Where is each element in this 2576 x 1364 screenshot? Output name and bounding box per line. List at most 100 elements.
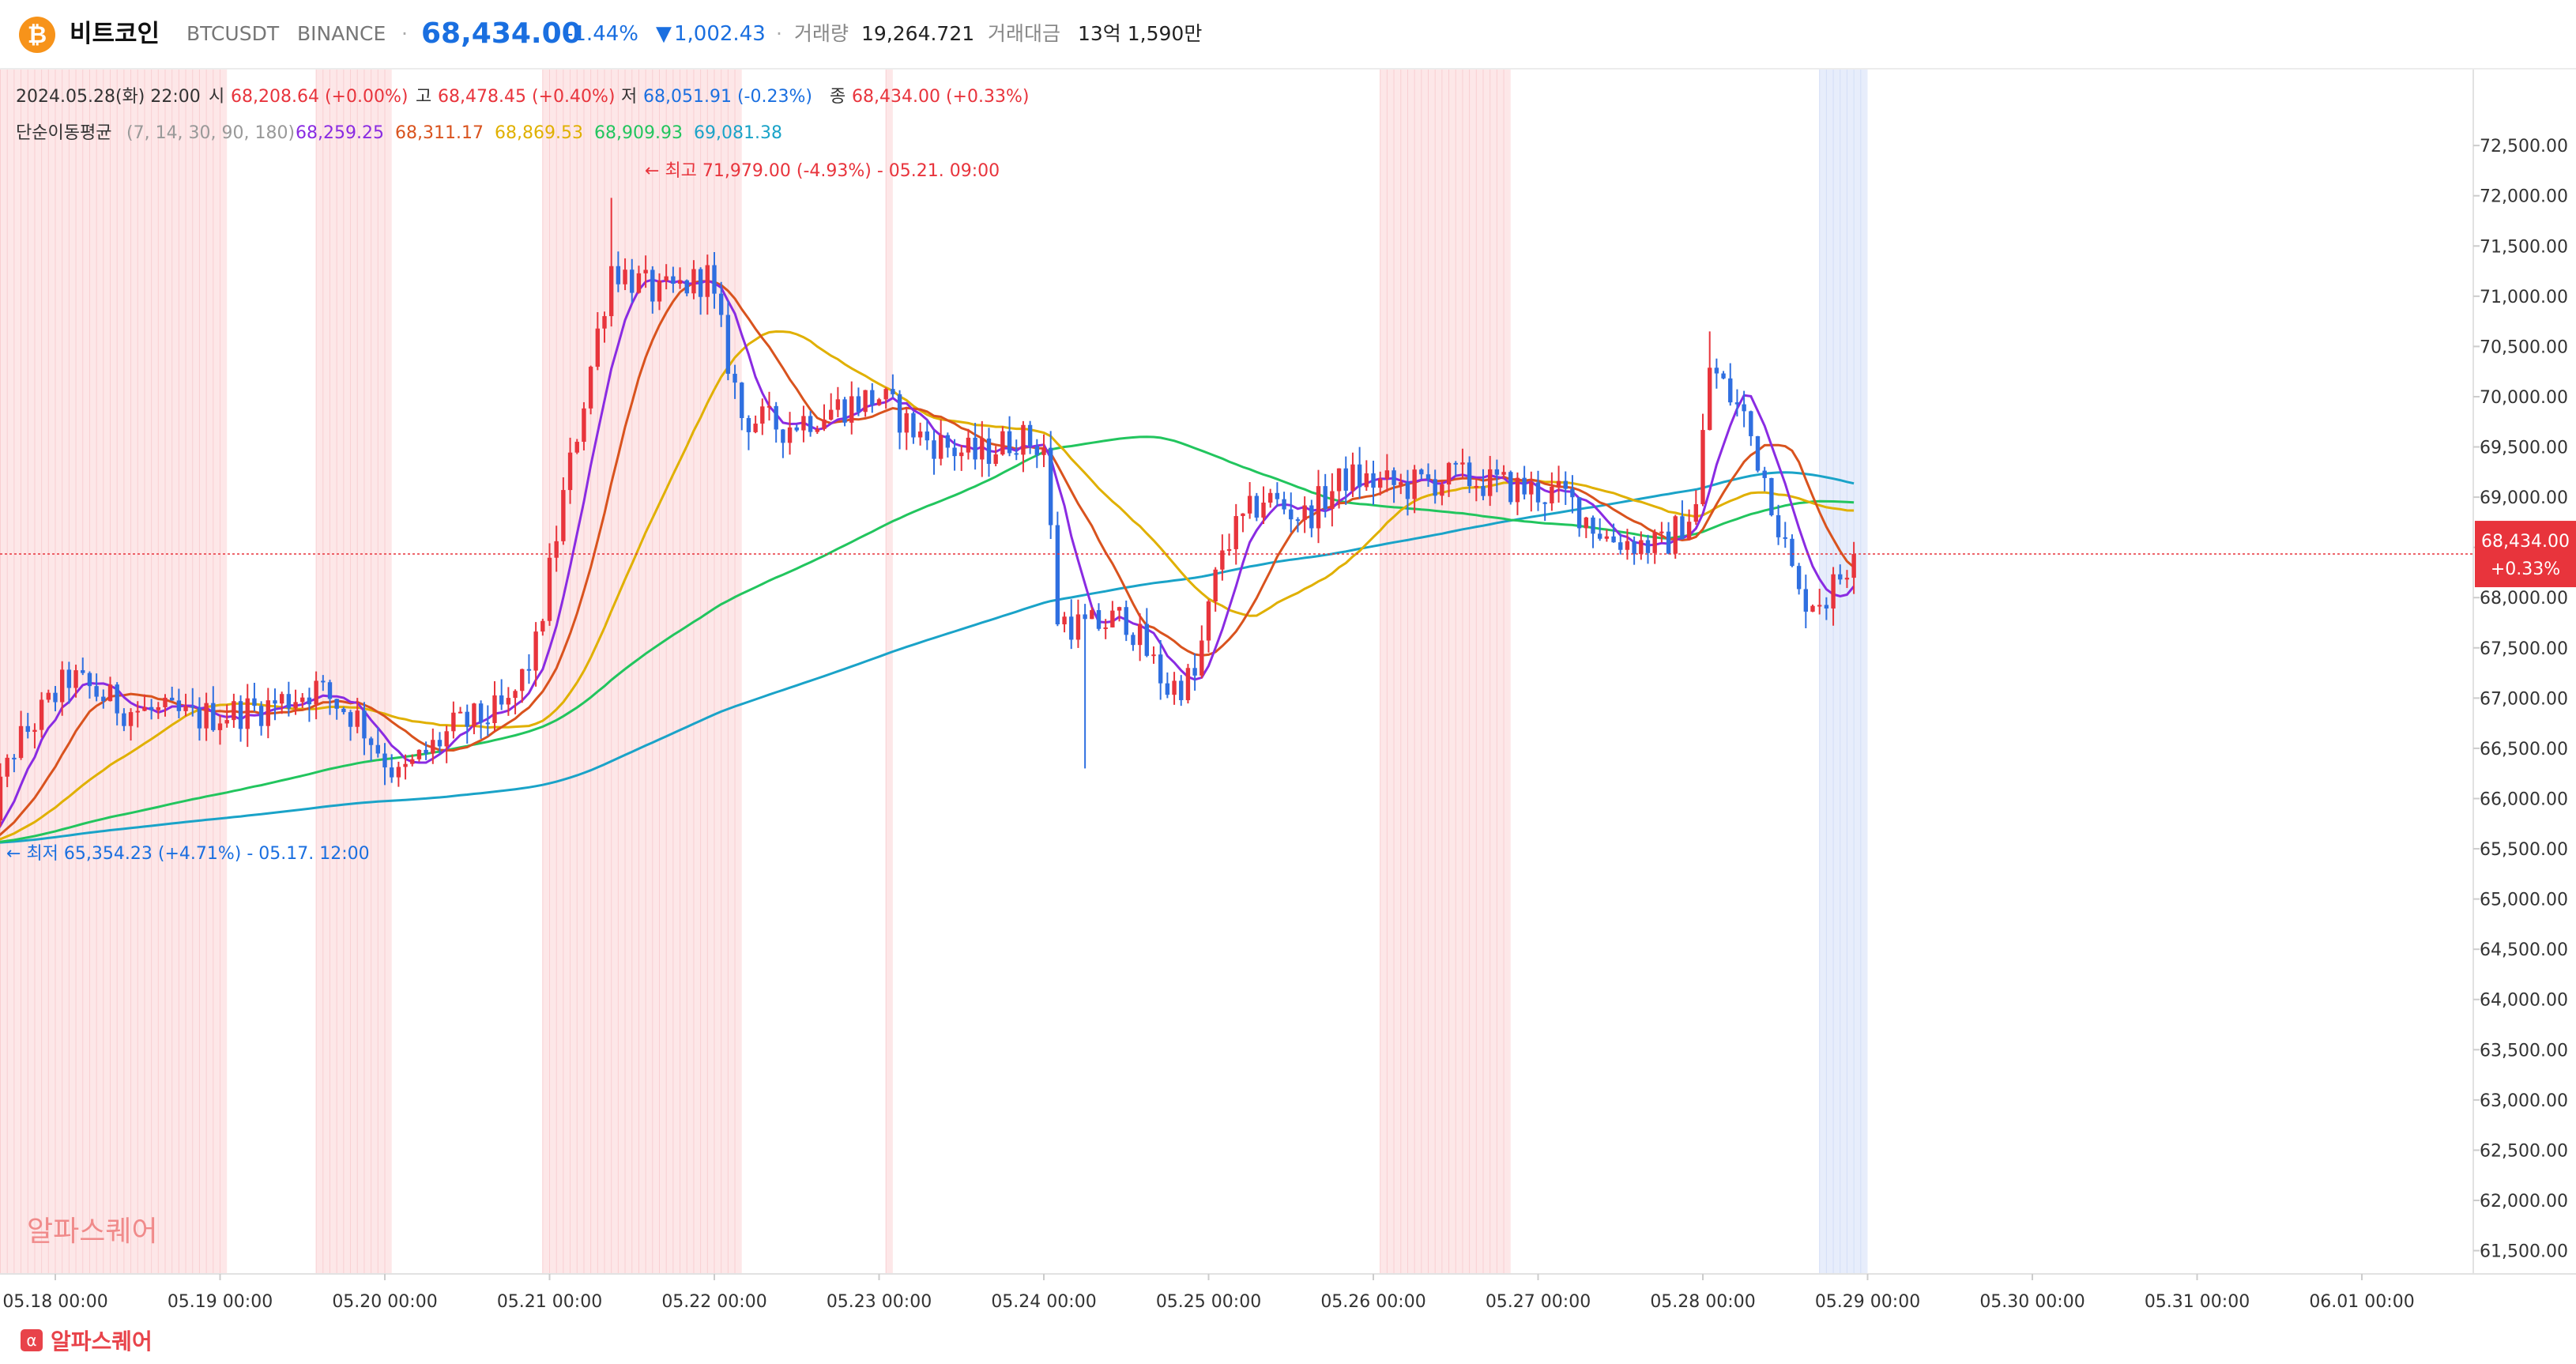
y-tick-label: 62,000.00 [2480, 1192, 2568, 1211]
candle-body [410, 759, 415, 764]
candle-body [1233, 516, 1238, 549]
candle-body [705, 265, 710, 297]
high-annotation: ← 최고 71,979.00 (-4.93%) - 05.21. 09:00 [645, 161, 1000, 181]
ohlc-open-label: 시 [209, 87, 224, 107]
candle-body [1241, 513, 1245, 517]
candle-body [973, 437, 977, 460]
candle-body [554, 541, 559, 558]
candle-body [1357, 464, 1362, 488]
candle-body [1776, 514, 1781, 537]
candle-body [183, 706, 188, 711]
candle-body [32, 729, 37, 733]
ma7-line [0, 278, 1855, 829]
shaded-region-red [1380, 70, 1511, 1274]
candle-body [444, 731, 449, 747]
candle-body [787, 427, 793, 443]
candle-body [348, 712, 353, 727]
candle-body [1762, 470, 1767, 478]
candle-body [286, 694, 292, 709]
candle-body [849, 396, 854, 423]
candle-body [1618, 542, 1623, 550]
candle-body [1179, 680, 1184, 700]
candle-body [1247, 495, 1252, 514]
candle-body [53, 692, 58, 703]
candle-body [932, 440, 936, 459]
candle-body [774, 405, 778, 430]
candle-body [1831, 574, 1836, 609]
exchange-label: BINANCE [297, 22, 386, 45]
candle-body [623, 269, 627, 284]
candle-body [753, 424, 758, 432]
coin-name[interactable]: 비트코인 [70, 0, 160, 68]
candle-body [781, 429, 785, 443]
candle-body [801, 416, 806, 431]
candle-body [492, 695, 497, 723]
candle-body [1412, 469, 1417, 499]
ma-legend: 단순이동평균 (7, 14, 30, 90, 180) 68,259.25 68… [16, 123, 782, 143]
ohlc-low-value: 68,051.91 (-0.23%) [643, 87, 812, 107]
candle-body [1062, 616, 1067, 625]
y-tick-label: 72,500.00 [2480, 137, 2568, 156]
x-tick-label: 05.22 00:00 [661, 1292, 766, 1312]
candle-body [925, 431, 930, 441]
candle-body [1714, 367, 1719, 374]
ohlc-open-value: 68,208.64 (+0.00%) [231, 87, 408, 107]
candle-body [1350, 464, 1355, 491]
candle-body [0, 776, 3, 821]
candle-body [815, 428, 820, 432]
candle-body [698, 269, 703, 297]
x-tick-label: 05.29 00:00 [1815, 1292, 1920, 1312]
candle-body [1604, 536, 1610, 539]
x-tick-label: 05.24 00:00 [991, 1292, 1096, 1312]
candlestick-chart[interactable]: 72,500.00 72,000.00 71,500.00 71,000.00 70,5… [0, 70, 2576, 1364]
candle-body [1515, 477, 1520, 503]
candle-body [403, 763, 408, 767]
candle-body [115, 684, 119, 714]
y-tick-label: 63,500.00 [2480, 1041, 2568, 1061]
candle-body [822, 419, 827, 429]
candle-body [1734, 402, 1740, 405]
candle-body [986, 438, 992, 464]
candle-body [1522, 477, 1527, 495]
candle-body [561, 490, 566, 541]
candle-body [938, 435, 943, 459]
candle-body [945, 435, 951, 448]
candle-body [1742, 404, 1746, 412]
watermark-text: 알파스퀘어 [27, 1215, 158, 1248]
candle-body [1659, 531, 1664, 533]
candle-body [1584, 517, 1589, 529]
candle-body [1384, 470, 1390, 479]
candle-body [499, 695, 504, 705]
candle-body [307, 697, 312, 705]
candle-body [1707, 367, 1712, 431]
candle-body [327, 682, 333, 699]
candle-body [1666, 531, 1671, 554]
candle-body [828, 409, 834, 420]
candle-body [334, 699, 339, 709]
candle-body [959, 452, 964, 457]
candle-body [156, 706, 161, 710]
shaded-region-red [316, 70, 392, 1274]
candle-body [245, 698, 250, 729]
candle-body [1693, 503, 1699, 522]
y-tick-label: 71,000.00 [2480, 288, 2568, 307]
candle-body [1844, 578, 1850, 580]
candle-body [1446, 462, 1452, 485]
candle-body [204, 703, 209, 729]
candle-body [431, 740, 435, 754]
candle-body [1556, 480, 1561, 487]
candle-body [341, 708, 346, 713]
candle-body [1185, 668, 1191, 700]
candle-body [375, 744, 381, 754]
candle-body [1673, 516, 1678, 554]
candle-body [1838, 574, 1843, 580]
footer-logo-text: 알파스퀘어 [51, 1328, 153, 1355]
candle-body [1267, 492, 1273, 503]
x-tick-label: 06.01 00:00 [2309, 1292, 2414, 1312]
y-tick-label: 69,500.00 [2480, 439, 2568, 458]
candle-body [1790, 538, 1795, 567]
footer-logo[interactable]: α 알파스퀘어 [21, 1324, 153, 1356]
x-tick-label: 05.30 00:00 [1979, 1292, 2085, 1312]
candle-body [1213, 569, 1218, 602]
current-price: 68,434.00 [421, 17, 582, 50]
